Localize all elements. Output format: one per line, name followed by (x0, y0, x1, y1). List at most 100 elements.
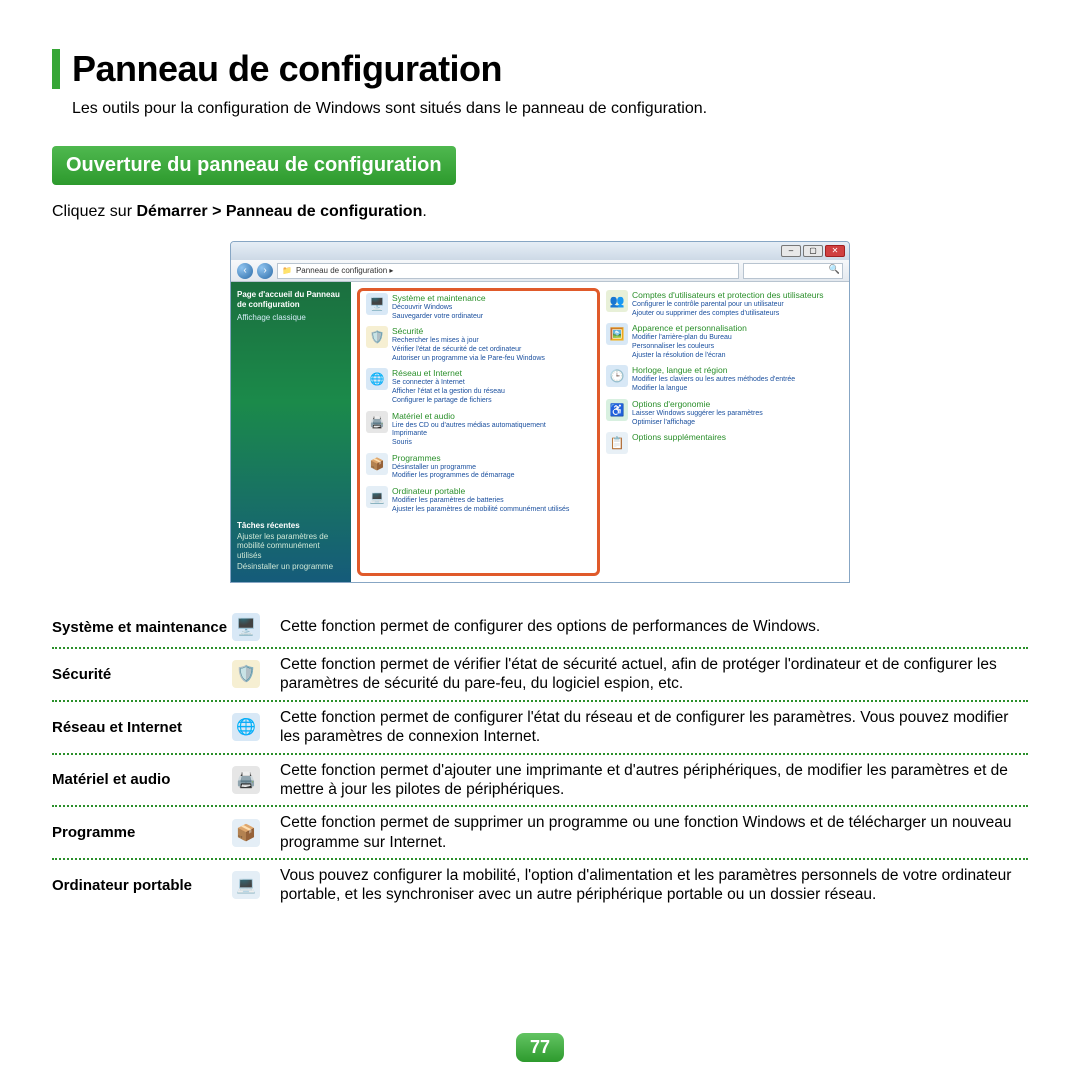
instruction-prefix: Cliquez sur (52, 203, 136, 220)
table-row: Sécurité🛡️Cette fonction permet de vérif… (52, 649, 1028, 702)
instruction-bold: Démarrer > Panneau de configuration (136, 203, 422, 220)
accent-bar (52, 49, 60, 89)
cp-category-item[interactable]: 🖥️ Système et maintenanceDécouvrir Window… (366, 293, 591, 320)
table-row-desc: Cette fonction permet de configurer l'ét… (280, 708, 1028, 747)
cp-main: 🖥️ Système et maintenanceDécouvrir Window… (351, 282, 849, 582)
page-title: Panneau de configuration (72, 48, 502, 90)
category-icon: 🛡️ (366, 326, 388, 348)
category-sublink[interactable]: Ajouter ou supprimer des comptes d'utili… (632, 310, 837, 318)
cp-category-item[interactable]: 💻 Ordinateur portableModifier les paramèt… (366, 486, 591, 513)
category-sublink[interactable]: Modifier les claviers ou les autres méth… (632, 376, 837, 384)
table-row: Système et maintenance🖥️ Cette fonction p… (52, 607, 1028, 649)
table-row-label: Matériel et audio (52, 771, 232, 788)
category-sublink[interactable]: Ajuster les paramètres de mobilité commu… (392, 506, 591, 514)
category-title[interactable]: Horloge, langue et région (632, 365, 837, 375)
table-row-label: Programme (52, 824, 232, 841)
category-sublink[interactable]: Découvrir Windows (392, 304, 591, 312)
table-row-label: Ordinateur portable (52, 877, 232, 894)
sidebar-task-link[interactable]: Désinstaller un programme (237, 562, 345, 572)
category-title[interactable]: Réseau et Internet (392, 368, 591, 378)
table-row: Réseau et Internet🌐Cette fonction permet… (52, 702, 1028, 755)
category-sublink[interactable]: Modifier la langue (632, 385, 837, 393)
cp-sidebar: Page d'accueil du Panneau de configurati… (231, 282, 351, 582)
cp-category-item[interactable]: ♿ Options d'ergonomieLaisser Windows sugg… (606, 399, 837, 426)
table-row-icon: 💻 (232, 871, 260, 899)
category-title[interactable]: Comptes d'utilisateurs et protection des… (632, 290, 837, 300)
category-sublink[interactable]: Configurer le contrôle parental pour un … (632, 301, 837, 309)
category-sublink[interactable]: Désinstaller un programme (392, 464, 591, 472)
table-row: Programme📦Cette fonction permet de suppr… (52, 807, 1028, 860)
cp-category-item[interactable]: 📦 ProgrammesDésinstaller un programmeModi… (366, 453, 591, 480)
category-title[interactable]: Options d'ergonomie (632, 399, 837, 409)
category-sublink[interactable]: Imprimante (392, 430, 591, 438)
category-sublink[interactable]: Personnaliser les couleurs (632, 343, 837, 351)
control-panel-window: – ▢ ✕ ‹ › 📁 Panneau de configuration ▸ P… (230, 241, 850, 583)
sidebar-classic-link[interactable]: Affichage classique (237, 313, 345, 322)
category-sublink[interactable]: Sauvegarder votre ordinateur (392, 313, 591, 321)
category-sublink[interactable]: Laisser Windows suggérer les paramètres (632, 410, 837, 418)
sidebar-task-link[interactable]: Ajuster les paramètres de mobilité commu… (237, 532, 345, 561)
breadcrumb-text: Panneau de configuration ▸ (296, 264, 393, 278)
sidebar-home-link[interactable]: Page d'accueil du Panneau de configurati… (237, 290, 345, 309)
page-title-row: Panneau de configuration (52, 48, 1028, 90)
category-sublink[interactable]: Autoriser un programme via le Pare-feu W… (392, 355, 591, 363)
maximize-button[interactable]: ▢ (803, 245, 823, 257)
category-icon: 📋 (606, 432, 628, 454)
category-title[interactable]: Options supplémentaires (632, 432, 837, 442)
table-row-desc: Cette fonction permet de configurer des … (280, 617, 1028, 636)
cp-right-column: 👥Comptes d'utilisateurs et protection de… (600, 288, 843, 576)
table-row-icon: 🌐 (232, 713, 260, 741)
minimize-button[interactable]: – (781, 245, 801, 257)
cp-category-item[interactable]: 📋 Options supplémentaires (606, 432, 837, 454)
category-icon: 🕒 (606, 365, 628, 387)
table-row-desc: Vous pouvez configurer la mobilité, l'op… (280, 866, 1028, 905)
table-row-icon: 📦 (232, 819, 260, 847)
cp-category-item[interactable]: 🌐 Réseau et InternetSe connecter à Intern… (366, 368, 591, 404)
category-icon: 🌐 (366, 368, 388, 390)
category-sublink[interactable]: Vérifier l'état de sécurité de cet ordin… (392, 346, 591, 354)
back-button[interactable]: ‹ (237, 263, 253, 279)
table-row-desc: Cette fonction permet de vérifier l'état… (280, 655, 1028, 694)
category-sublink[interactable]: Se connecter à Internet (392, 379, 591, 387)
category-sublink[interactable]: Modifier les programmes de démarrage (392, 472, 591, 480)
category-icon: 🖥️ (366, 293, 388, 315)
table-row: Matériel et audio🖨️Cette fonction permet… (52, 755, 1028, 808)
cp-category-item[interactable]: 🖼️ Apparence et personnalisationModifier … (606, 323, 837, 359)
table-row-label: Sécurité (52, 666, 232, 683)
category-title[interactable]: Système et maintenance (392, 293, 591, 303)
category-sublink[interactable]: Rechercher les mises à jour (392, 337, 591, 345)
category-title[interactable]: Matériel et audio (392, 411, 591, 421)
instruction-text: Cliquez sur Démarrer > Panneau de config… (52, 203, 1028, 221)
table-row-icon: 🖥️ (232, 613, 260, 641)
category-sublink[interactable]: Ajuster la résolution de l'écran (632, 352, 837, 360)
cp-category-item[interactable]: 🛡️ SécuritéRechercher les mises à jourVér… (366, 326, 591, 362)
category-icon: 🖨️ (366, 411, 388, 433)
close-button[interactable]: ✕ (825, 245, 845, 257)
category-sublink[interactable]: Lire des CD ou d'autres médias automatiq… (392, 422, 591, 430)
cp-category-item[interactable]: 🕒 Horloge, langue et régionModifier les c… (606, 365, 837, 392)
category-title[interactable]: Apparence et personnalisation (632, 323, 837, 333)
breadcrumb[interactable]: 📁 Panneau de configuration ▸ (277, 263, 739, 279)
category-icon: 🖼️ (606, 323, 628, 345)
category-sublink[interactable]: Afficher l'état et la gestion du réseau (392, 388, 591, 396)
category-title[interactable]: Ordinateur portable (392, 486, 591, 496)
cp-left-column: 🖥️ Système et maintenanceDécouvrir Window… (357, 288, 600, 576)
category-icon: 📦 (366, 453, 388, 475)
category-sublink[interactable]: Modifier l'arrière-plan du Bureau (632, 334, 837, 342)
table-row-label: Système et maintenance (52, 619, 232, 636)
category-sublink[interactable]: Optimiser l'affichage (632, 419, 837, 427)
category-sublink[interactable]: Configurer le partage de fichiers (392, 397, 591, 405)
forward-button[interactable]: › (257, 263, 273, 279)
cp-category-item[interactable]: 👥Comptes d'utilisateurs et protection de… (606, 290, 837, 317)
category-title[interactable]: Programmes (392, 453, 591, 463)
window-titlebar: – ▢ ✕ (231, 242, 849, 260)
category-title[interactable]: Sécurité (392, 326, 591, 336)
section-banner: Ouverture du panneau de configuration (52, 146, 456, 185)
category-icon: 💻 (366, 486, 388, 508)
category-sublink[interactable]: Souris (392, 439, 591, 447)
cp-category-item[interactable]: 🖨️ Matériel et audioLire des CD ou d'autr… (366, 411, 591, 447)
sidebar-tasks: Ajuster les paramètres de mobilité commu… (237, 532, 345, 574)
category-sublink[interactable]: Modifier les paramètres de batteries (392, 497, 591, 505)
search-input[interactable] (743, 263, 843, 279)
category-icon: ♿ (606, 399, 628, 421)
